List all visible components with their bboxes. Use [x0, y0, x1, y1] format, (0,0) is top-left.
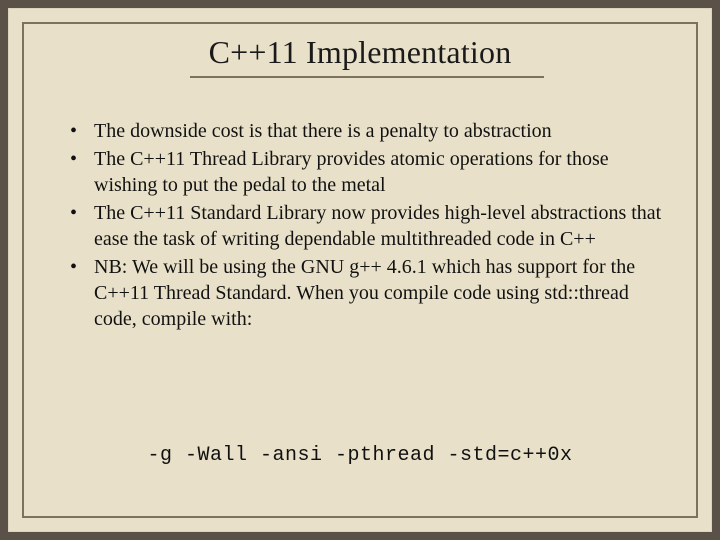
bullet-text: The downside cost is that there is a pen…: [94, 120, 552, 142]
bullet-text: The C++11 Thread Library provides atomic…: [94, 148, 609, 196]
list-item: The C++11 Thread Library provides atomic…: [70, 146, 664, 198]
bullet-text: NB: We will be using the GNU g++ 4.6.1 w…: [94, 256, 635, 330]
list-item: NB: We will be using the GNU g++ 4.6.1 w…: [70, 254, 664, 332]
bullet-text: The C++11 Standard Library now provides …: [94, 202, 661, 250]
bullet-list: The downside cost is that there is a pen…: [70, 118, 664, 332]
list-item: The downside cost is that there is a pen…: [70, 118, 664, 144]
slide-body: The downside cost is that there is a pen…: [70, 118, 664, 334]
list-item: The C++11 Standard Library now provides …: [70, 200, 664, 252]
slide-title: C++11 Implementation: [8, 34, 712, 71]
slide: C++11 Implementation The downside cost i…: [8, 8, 712, 532]
code-line: -g -Wall -ansi -pthread -std=c++0x: [8, 444, 712, 467]
title-underline: [190, 76, 544, 78]
